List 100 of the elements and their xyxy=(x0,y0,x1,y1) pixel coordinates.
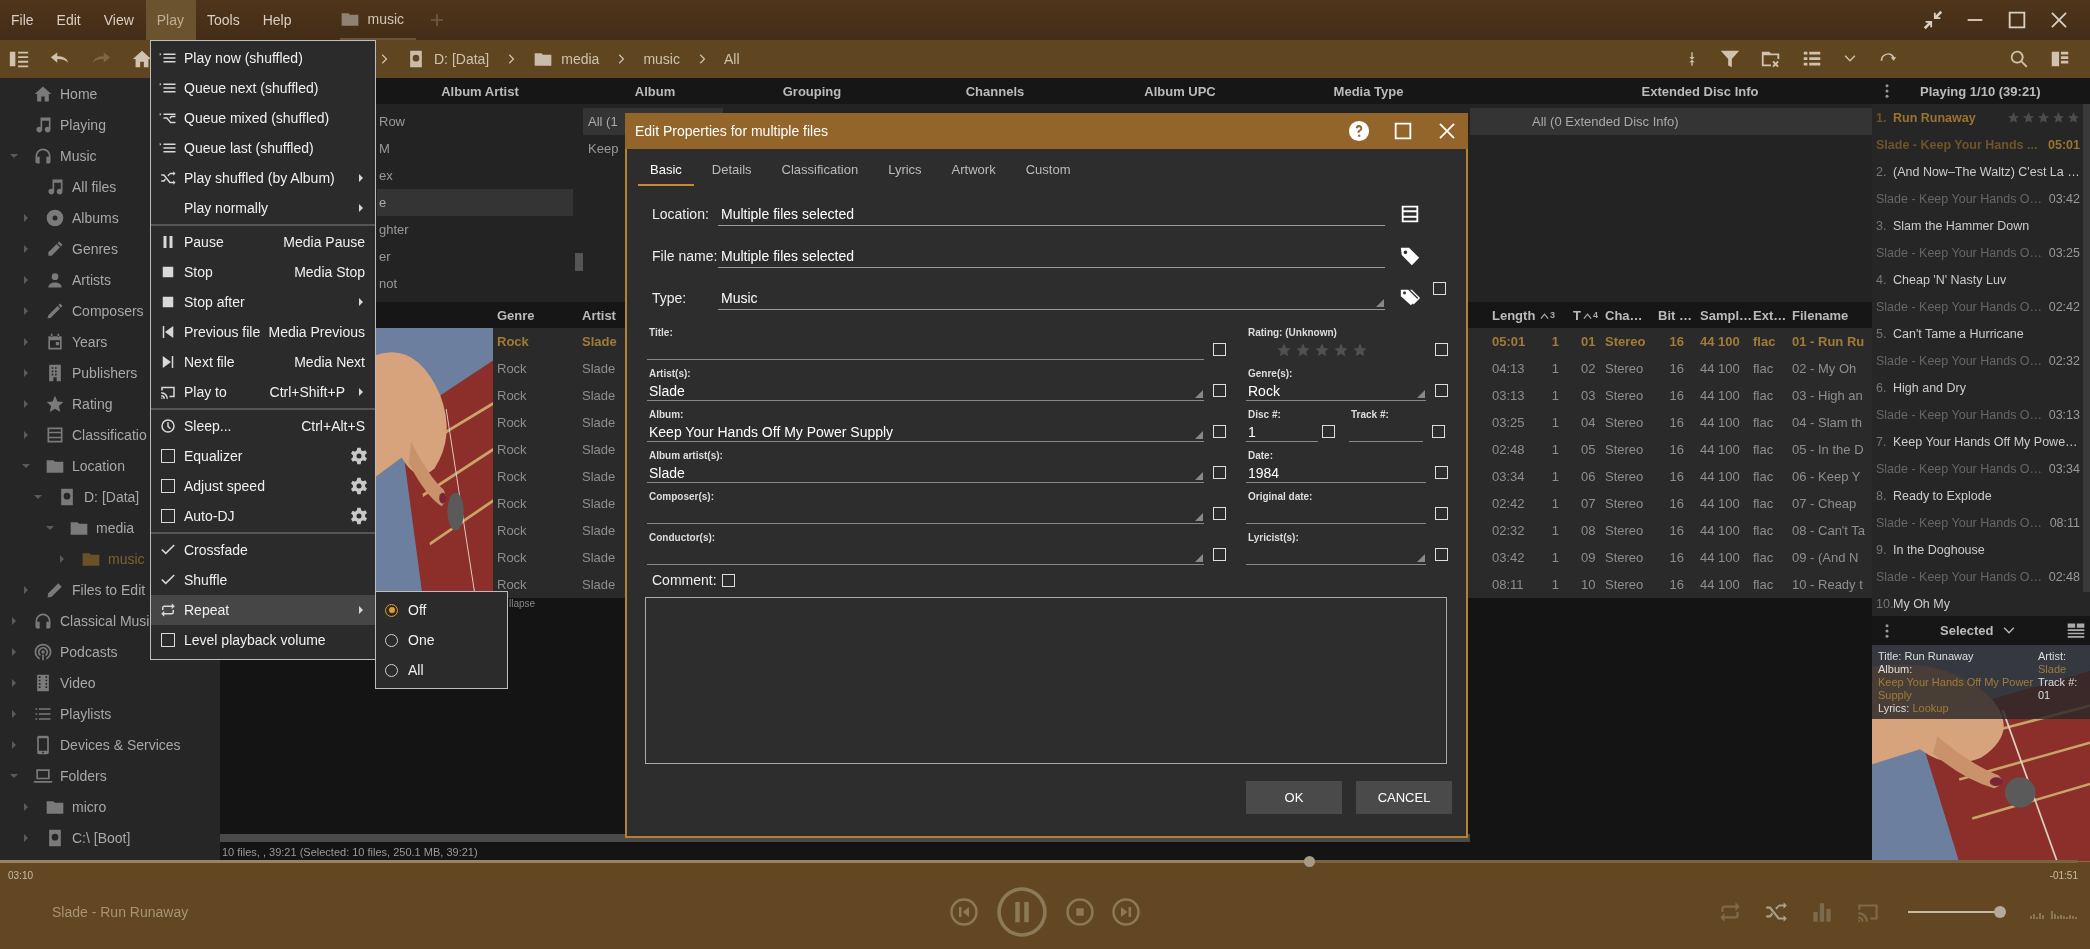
table-cell-text: 1 xyxy=(1550,577,1560,592)
track-subtitle: Slade - Keep Your Hands O… xyxy=(1876,245,2044,260)
track-number: 1. xyxy=(1876,110,1888,125)
table-cell-text: 16 xyxy=(1668,496,1685,511)
table-cell-text: 02:32 xyxy=(1491,523,1526,538)
table-cell-text: flac xyxy=(1752,442,1775,457)
track-title: My Oh My xyxy=(1893,596,1950,611)
table-cell-text: Slade xyxy=(581,550,617,565)
track-duration: 03:42 xyxy=(2048,191,2080,206)
table-cell-text: 03:13 xyxy=(1491,388,1526,403)
table-cell-text: flac xyxy=(1752,334,1777,349)
field-label: Album: xyxy=(648,409,685,422)
track-number: 10. xyxy=(1876,596,1893,611)
table-cell-text: Stereo xyxy=(1604,577,1645,592)
table-cell-text: flac xyxy=(1752,388,1775,403)
sort-indicator: 4 xyxy=(1582,310,1598,320)
track-duration: 02:42 xyxy=(2048,299,2080,314)
field-label: Disc #: xyxy=(1247,409,1282,422)
track-subtitle: Slade - Keep Your Hands O… xyxy=(1876,299,2044,314)
table-cell-text: 07 xyxy=(1580,496,1597,511)
table-cell-text: Slade xyxy=(581,577,617,592)
dialog-title: Edit Properties for multiple files xyxy=(635,123,828,139)
field-label: Album artist(s): xyxy=(648,450,724,463)
track-number: 4. xyxy=(1876,272,1888,287)
field-label: Rating: xyxy=(1248,327,1283,338)
field-label: Conductor(s): xyxy=(648,532,717,545)
table-cell-text: 06 xyxy=(1580,469,1597,484)
table-cell-text: 10 xyxy=(1580,577,1597,592)
shortcut-text: Media Pause xyxy=(283,234,365,250)
table-cell-text: 05:01 xyxy=(1491,334,1527,349)
table-cell-text: Rock xyxy=(496,415,528,430)
table-cell-text: 03:25 xyxy=(1491,415,1526,430)
elapsed-time: 03:10 xyxy=(8,870,34,883)
field-label: Genre(s): xyxy=(1247,368,1294,381)
table-cell-text: 16 xyxy=(1668,334,1685,349)
track-subtitle: Slade - Keep Your Hands O… xyxy=(1876,353,2044,368)
table-cell-text: Rock xyxy=(496,469,528,484)
table-cell-text: 1 xyxy=(1550,388,1560,403)
table-cell-text: Slade xyxy=(581,388,617,403)
shortcut-text: Media Next xyxy=(294,354,365,370)
table-cell-text: Stereo xyxy=(1604,334,1647,349)
table-cell-text: 1 xyxy=(1550,496,1560,511)
table-cell-text: 03 xyxy=(1580,388,1597,403)
field-label: Artist(s): xyxy=(648,368,692,381)
table-cell-text: flac xyxy=(1752,469,1775,484)
table-cell-text: Stereo xyxy=(1604,442,1645,457)
table-cell-text: 1 xyxy=(1550,334,1560,349)
track-duration: 08:11 xyxy=(2049,515,2080,530)
track-duration: 05:01 xyxy=(2048,137,2080,152)
field-label: Title: xyxy=(648,327,674,340)
table-cell-text: 08 xyxy=(1580,523,1597,538)
table-cell-text: 16 xyxy=(1668,442,1685,457)
table-cell-text: Rock xyxy=(496,496,528,511)
table-cell-text: 44 100 xyxy=(1699,523,1741,538)
table-cell-text: 44 100 xyxy=(1699,469,1741,484)
table-cell-text: flac xyxy=(1752,550,1775,565)
track-subtitle: Slade - Keep Your Hands ... xyxy=(1876,137,2039,152)
shortcut-text: Ctrl+Shift+P xyxy=(269,384,345,400)
table-cell-text: 16 xyxy=(1668,361,1685,376)
field-label: Lyricist(s): xyxy=(1247,532,1300,545)
field-value: Run Runaway xyxy=(1904,650,1974,662)
table-cell-text: 1 xyxy=(1550,523,1560,538)
table-cell-text: 09 xyxy=(1580,550,1597,565)
track-number: 6. xyxy=(1876,380,1888,395)
table-cell-text: Stereo xyxy=(1604,361,1645,376)
table-cell-text: 03:42 xyxy=(1491,550,1526,565)
table-cell-text: Stereo xyxy=(1604,415,1645,430)
panel-title: Playing 1/10 (39:21) xyxy=(1920,83,2041,99)
table-cell-text: flac xyxy=(1752,523,1775,538)
table-cell-text: 06 - Keep Y xyxy=(1791,469,1862,484)
table-cell-text: Slade xyxy=(581,442,617,457)
table-cell-text: Rock xyxy=(496,361,528,376)
track-subtitle: Slade - Keep Your Hands O… xyxy=(1876,461,2044,476)
table-cell-text: flac xyxy=(1752,415,1775,430)
table-cell-text: 44 100 xyxy=(1699,496,1741,511)
field-label: Date: xyxy=(1247,450,1274,463)
table-cell-text: Stereo xyxy=(1604,550,1645,565)
field-value: 01 xyxy=(2038,689,2052,702)
track-subtitle: Slade - Keep Your Hands O… xyxy=(1876,191,2044,206)
sort-indicator: 3 xyxy=(1540,310,1555,320)
table-cell-text: Stereo xyxy=(1604,469,1645,484)
table-cell-text: 05 - In the D xyxy=(1791,442,1865,457)
track-title: Can't Tame a Hurricane xyxy=(1893,326,2024,341)
table-cell-text: 16 xyxy=(1668,388,1685,403)
table-cell-text: Rock xyxy=(496,550,528,565)
table-cell-text: Slade xyxy=(581,523,617,538)
table-cell-text: Stereo xyxy=(1604,388,1645,403)
field-label: Track #: xyxy=(1350,409,1390,422)
table-cell-text: Rock xyxy=(496,442,528,457)
status-text: 10 files, , 39:21 (Selected: 10 files, 250.1 MB, 39:21) xyxy=(221,844,479,860)
table-cell-text: 01 xyxy=(1580,334,1597,349)
table-cell-text: Rock xyxy=(496,334,530,349)
field-label: Composer(s): xyxy=(648,491,715,504)
table-cell-text: 1 xyxy=(1550,361,1560,376)
track-subtitle: Slade - Keep Your Hands O… xyxy=(1876,569,2044,584)
shortcut-text: Ctrl+Alt+S xyxy=(301,418,365,434)
table-cell-text: 02:42 xyxy=(1491,496,1526,511)
track-title: Keep Your Hands Off My Powe… xyxy=(1893,434,2078,449)
remaining-time: -01:51 xyxy=(2049,870,2078,883)
track-duration: 02:48 xyxy=(2048,569,2080,584)
